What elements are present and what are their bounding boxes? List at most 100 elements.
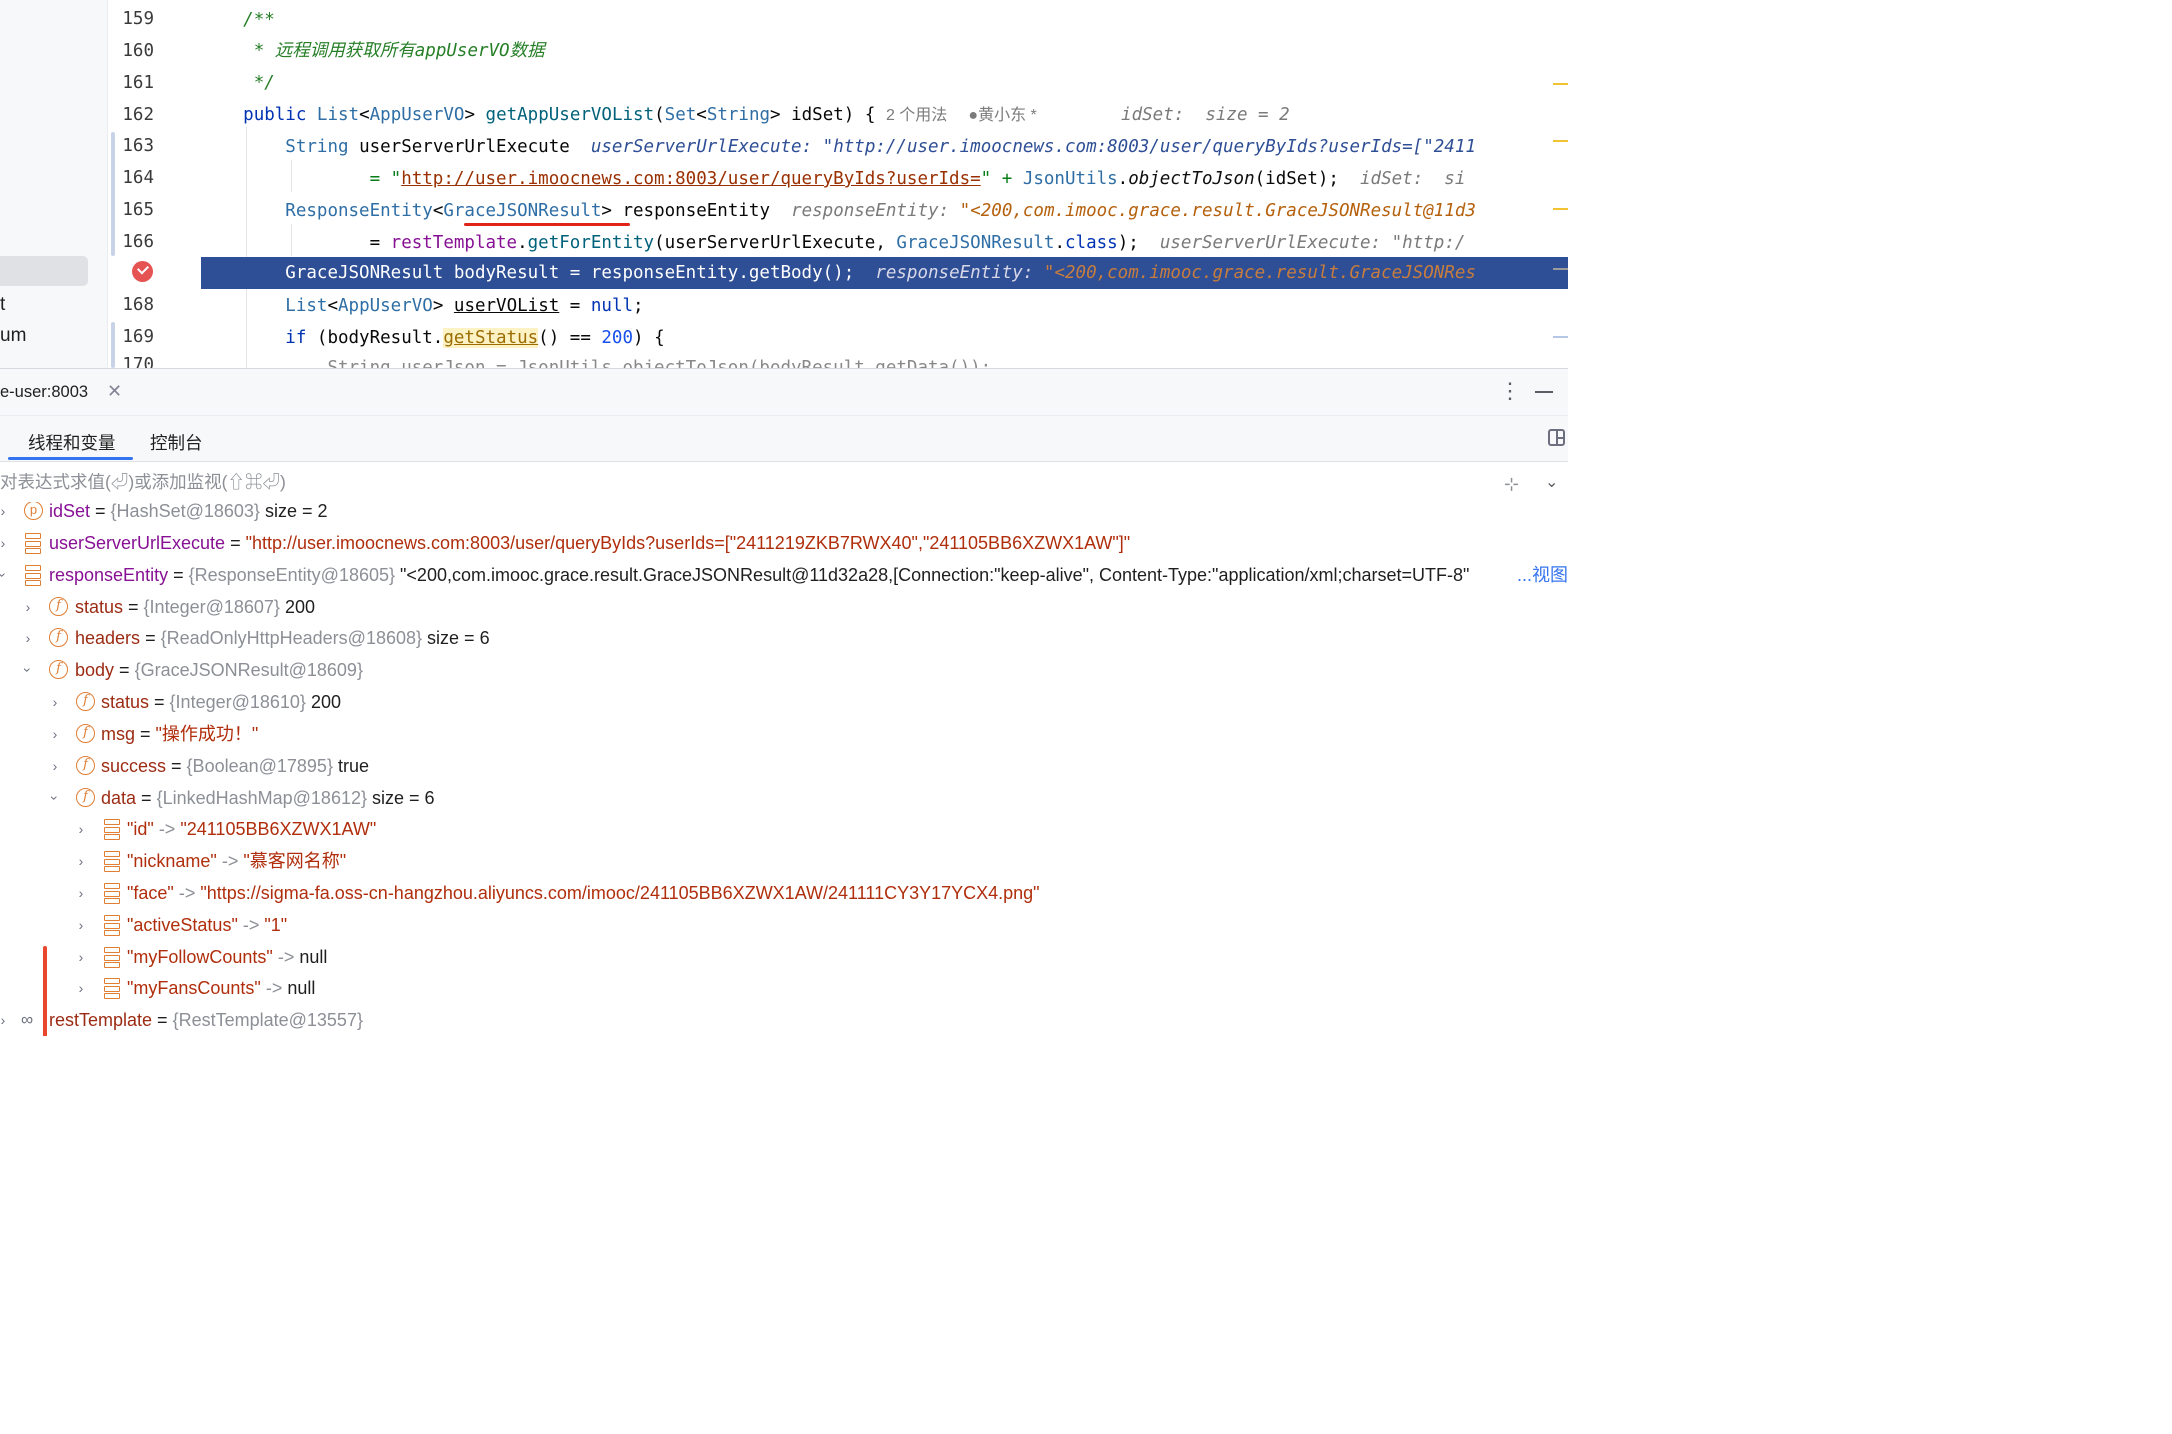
tree-row[interactable]: › p idSet = {HashSet@18603} size = 2 <box>0 502 1568 527</box>
param-name: idSet <box>791 105 844 125</box>
inline-debug-value: idSet: si <box>1360 169 1466 189</box>
more-options-icon[interactable]: ⋮ <box>1499 378 1521 404</box>
expand-arrow-icon[interactable]: › <box>0 1004 10 1036</box>
scroll-marker <box>1553 140 1568 142</box>
line-number: 162 <box>122 105 154 125</box>
expand-arrow-icon[interactable]: › <box>48 718 62 750</box>
field-icon: f <box>49 628 68 647</box>
sidebar-item-fragment[interactable]: um <box>0 325 26 347</box>
code-line-167-current-execution[interactable]: GraceJSONResult bodyResult = responseEnt… <box>201 257 1568 289</box>
code-line-165[interactable]: ResponseEntity<GraceJSONResult> response… <box>201 195 1568 227</box>
evaluate-expression-input[interactable] <box>0 462 1480 502</box>
expand-arrow-icon[interactable]: › <box>74 813 88 845</box>
map-key: "face" <box>127 883 174 903</box>
tree-row[interactable]: › userServerUrlExecute = "http://user.im… <box>0 527 1568 559</box>
session-tab-title[interactable]: e-user:8003 <box>0 383 88 402</box>
call-args: (userServerUrlExecute, <box>654 233 897 253</box>
author-inlay[interactable]: 黄小东 * <box>978 107 1037 124</box>
collapse-arrow-icon[interactable]: › <box>0 568 19 582</box>
tree-row[interactable]: › f headers = {ReadOnlyHttpHeaders@18608… <box>0 622 1568 654</box>
expand-arrow-icon[interactable]: › <box>21 591 35 623</box>
tree-row[interactable]: › "nickname" -> "慕客网名称" <box>0 845 1568 877</box>
tree-row[interactable]: › f data = {LinkedHashMap@18612} size = … <box>0 782 1568 814</box>
code-line-168[interactable]: List<AppUserVO> userVOList = null; <box>201 290 1568 322</box>
view-link[interactable]: ...视图 <box>1500 559 1568 591</box>
code-editor[interactable]: t um 159 160 161 162 163 164 165 166 168… <box>0 0 1568 368</box>
keyword: null <box>590 296 634 316</box>
tree-row[interactable]: › "activeStatus" -> "1" <box>0 909 1568 941</box>
type-name: List <box>285 296 328 316</box>
tree-row[interactable]: › f success = {Boolean@17895} true <box>0 750 1568 782</box>
tree-row[interactable]: › f status = {Integer@18607} 200 <box>0 591 1568 623</box>
expand-arrow-icon[interactable]: › <box>0 527 10 559</box>
minimize-icon[interactable] <box>1535 391 1553 393</box>
evaluate-bar: ⊹ ⌄ <box>0 461 1568 504</box>
expand-arrow-icon[interactable]: › <box>74 972 88 1004</box>
scroll-marker <box>1553 83 1568 85</box>
code-text: String userJson = JsonUtils.objectToJson… <box>327 358 992 368</box>
variable-name: userVOList <box>453 296 560 316</box>
expand-arrow-icon[interactable]: › <box>74 877 88 909</box>
line-number: 161 <box>122 73 154 93</box>
code-line-162[interactable]: public List<AppUserVO> getAppUserVOList(… <box>201 99 1568 131</box>
tree-row[interactable]: › responseEntity = {ResponseEntity@18605… <box>0 559 1568 591</box>
variable-icon <box>25 533 41 554</box>
person-icon: ● <box>968 107 979 124</box>
map-entry-icon <box>104 883 120 904</box>
tree-row[interactable]: › f body = {GraceJSONResult@18609} <box>0 654 1568 686</box>
code-line-159[interactable]: /** <box>201 4 1568 36</box>
chevron-down-icon[interactable]: ⌄ <box>1545 472 1558 492</box>
field-icon: f <box>76 724 95 743</box>
collapse-arrow-icon[interactable]: › <box>39 791 71 805</box>
debug-session-bar: e-user:8003 ✕ ⋮ <box>0 369 1568 415</box>
code-line-170[interactable]: String userJson = JsonUtils.objectToJson… <box>201 352 1568 368</box>
close-icon[interactable]: ✕ <box>107 381 122 402</box>
variables-tree[interactable]: › p idSet = {HashSet@18603} size = 2 › u… <box>0 502 1568 1036</box>
code-line-169[interactable]: if (bodyResult.getStatus() == 200) { <box>201 322 1568 354</box>
inline-debug-key: responseEntity: <box>875 263 1034 283</box>
collapse-arrow-icon[interactable]: › <box>12 663 44 677</box>
tab-threads-variables[interactable]: 线程和变量 <box>28 430 116 455</box>
map-key: "id" <box>127 819 154 839</box>
tree-row[interactable]: › f status = {Integer@18610} 200 <box>0 686 1568 718</box>
string-quote: = " <box>369 169 402 189</box>
tree-row[interactable]: › f msg = "操作成功！" <box>0 718 1568 750</box>
expand-arrow-icon[interactable]: › <box>74 909 88 941</box>
sidebar-item-fragment[interactable]: t <box>0 294 5 316</box>
map-arrow: -> <box>158 819 176 839</box>
code-line-163[interactable]: String userServerUrlExecute userServerUr… <box>201 131 1568 163</box>
code-line-160[interactable]: * 远程调用获取所有appUserVO数据 <box>201 35 1568 67</box>
code-line-166[interactable]: = restTemplate.getForEntity(userServerUr… <box>201 227 1568 259</box>
expand-arrow-icon[interactable]: › <box>21 622 35 654</box>
map-arrow: -> <box>221 851 239 871</box>
project-sidebar: t um <box>0 0 108 368</box>
tree-row[interactable]: › "id" -> "241105BB6XZWX1AW" <box>0 813 1568 845</box>
var-type: {Integer@18607} <box>143 597 280 617</box>
sidebar-selected-item[interactable] <box>0 256 88 286</box>
code-area[interactable]: /** * 远程调用获取所有appUserVO数据 */ public List… <box>201 0 1568 368</box>
method-name: getAppUserVOList <box>485 105 655 125</box>
tree-row[interactable]: › "myFansCounts" -> null <box>0 972 1568 1004</box>
tree-row[interactable]: › "myFollowCounts" -> null <box>0 941 1568 973</box>
var-name: userServerUrlExecute <box>49 533 226 553</box>
expand-arrow-icon[interactable]: › <box>74 941 88 973</box>
code-line-161[interactable]: */ <box>201 67 1568 99</box>
type-name: List <box>316 105 360 125</box>
expand-arrow-icon[interactable]: › <box>74 845 88 877</box>
tree-row[interactable]: › ∞ restTemplate = {RestTemplate@13557} <box>0 1004 1568 1036</box>
url-link[interactable]: http://user.imoocnews.com:8003/user/quer… <box>401 169 980 189</box>
tree-row[interactable]: › "face" -> "https://sigma-fa.oss-cn-han… <box>0 877 1568 909</box>
usages-inlay[interactable]: 2 个用法 <box>886 107 947 124</box>
layout-settings-icon[interactable] <box>1548 429 1565 446</box>
expand-arrow-icon[interactable]: › <box>48 686 62 718</box>
map-value: "241105BB6XZWX1AW" <box>180 819 377 839</box>
tab-console[interactable]: 控制台 <box>150 430 203 455</box>
expand-arrow-icon[interactable]: › <box>48 750 62 782</box>
code-line-164[interactable]: = "http://user.imoocnews.com:8003/user/q… <box>201 163 1568 195</box>
add-watch-icon[interactable]: ⊹ <box>1504 474 1519 495</box>
breakpoint-icon[interactable] <box>132 261 153 282</box>
expand-arrow-icon[interactable]: › <box>0 502 10 527</box>
map-entry-icon <box>104 819 120 840</box>
code-text: () == <box>538 328 602 348</box>
var-type: {Integer@18610} <box>169 692 306 712</box>
